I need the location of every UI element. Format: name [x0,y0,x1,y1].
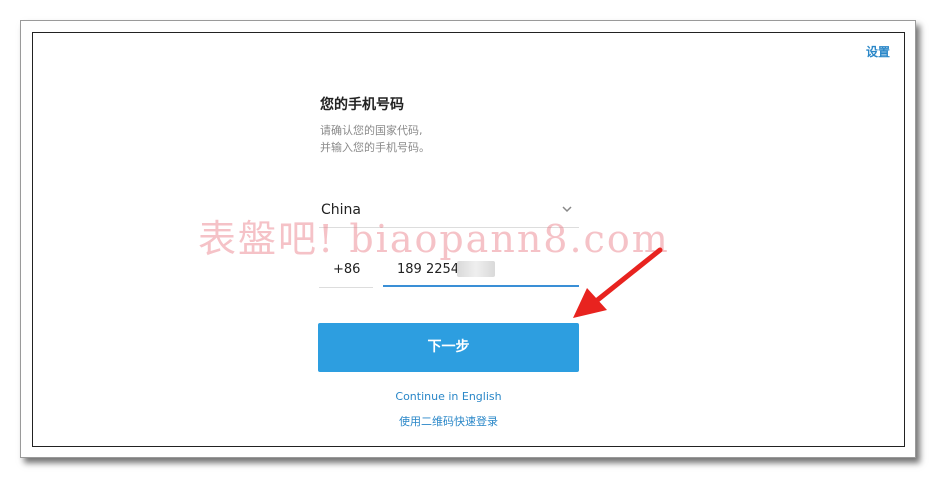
form-description: 请确认您的国家代码, 并输入您的手机号码。 [320,122,430,156]
description-line-1: 请确认您的国家代码, [320,124,423,137]
continue-in-english-link[interactable]: Continue in English [318,390,579,403]
redacted-digits [457,261,495,277]
settings-link[interactable]: 设置 [866,43,890,60]
country-code-value: +86 [333,262,361,277]
red-arrow-icon [573,247,663,318]
phone-number-value: 189 2254 [397,262,460,277]
next-button[interactable]: 下一步 [318,323,579,372]
page-title: 您的手机号码 [320,97,404,113]
description-line-2: 并输入您的手机号码。 [320,141,430,154]
screenshot-stage: 设置 您的手机号码 请确认您的国家代码, 并输入您的手机号码。 China +8… [0,0,936,478]
qr-login-link[interactable]: 使用二维码快速登录 [318,413,579,429]
